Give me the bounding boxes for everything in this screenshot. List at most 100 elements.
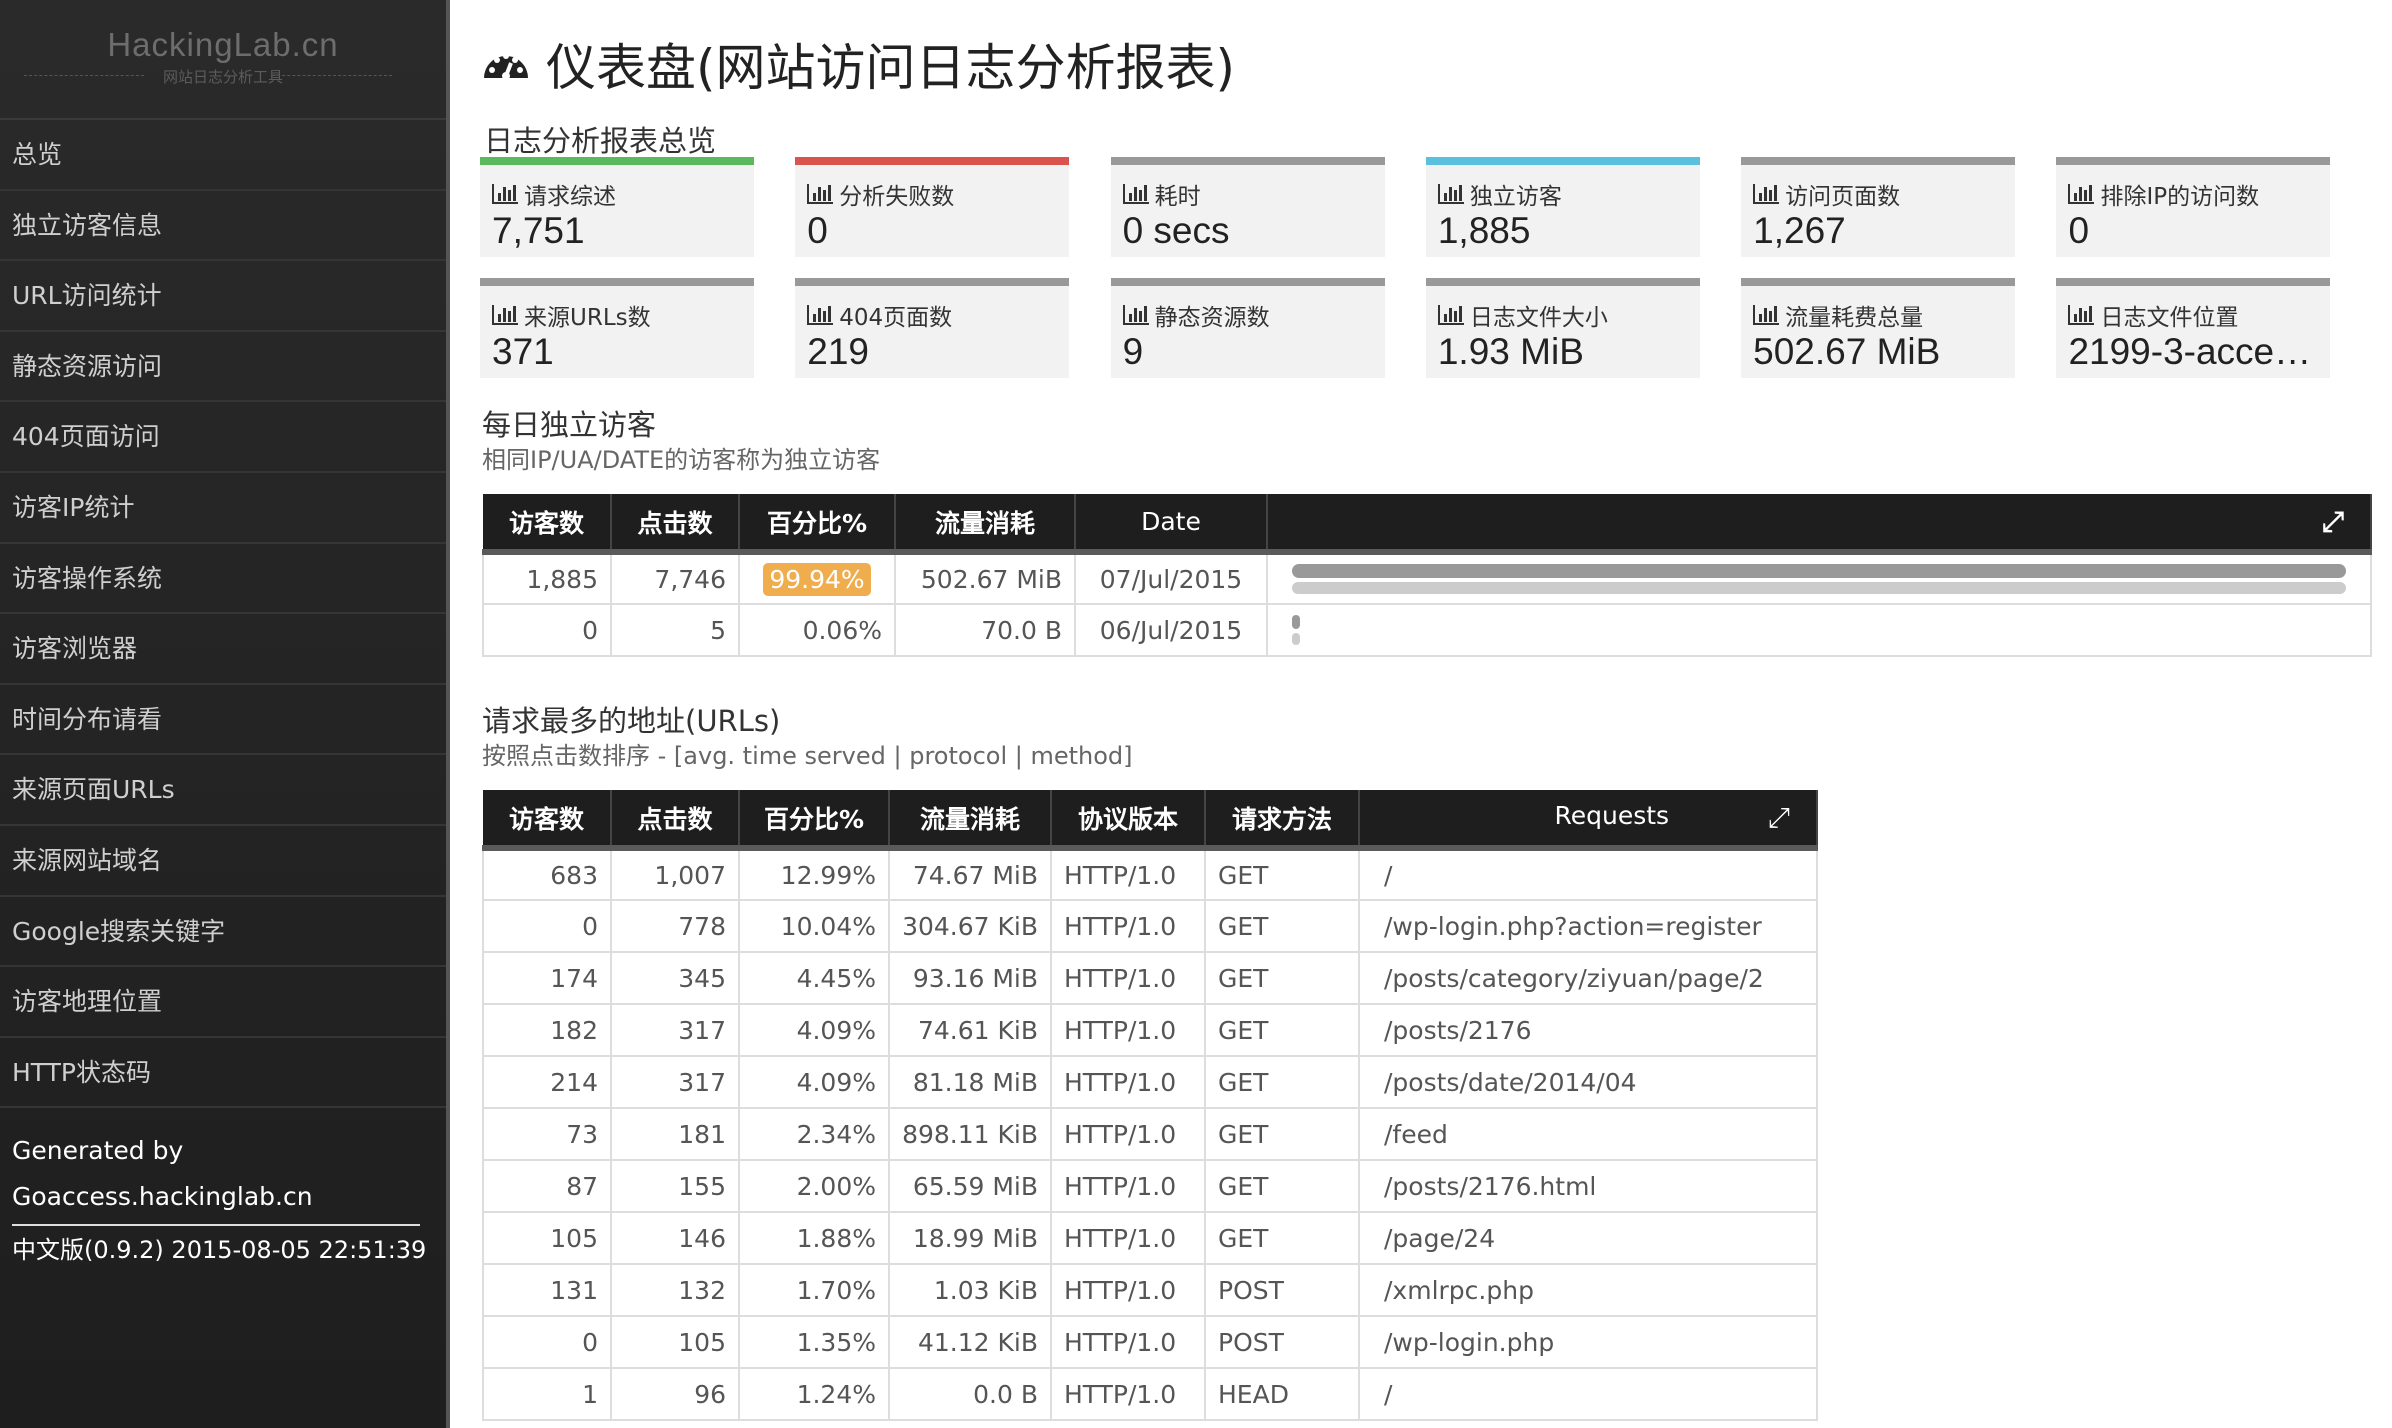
bar-chart-icon (2068, 305, 2095, 325)
sidebar-item[interactable]: 静态资源访问 (0, 332, 446, 403)
col-visitors[interactable]: 访客数 (483, 494, 612, 555)
cell-visitors: 182 (482, 1003, 612, 1057)
cell-url[interactable]: /wp-login.php?action=register (1358, 899, 1818, 953)
cell-hits: 317 (610, 1003, 740, 1057)
cell-url[interactable]: /feed (1358, 1107, 1818, 1161)
sidebar-footer: Generated by Goaccess.hackinglab.cn 中文版(… (0, 1108, 446, 1274)
cell-url[interactable]: /posts/2176.html (1358, 1159, 1818, 1213)
cell-url[interactable]: /posts/date/2014/04 (1358, 1055, 1818, 1109)
col-hits[interactable]: 点击数 (611, 494, 740, 555)
card-label-row: 404页面数 (807, 298, 1057, 332)
cell-bar (1266, 603, 2372, 657)
cell-url[interactable]: /posts/category/ziyuan/page/2 (1358, 951, 1818, 1005)
cell-protocol: HTTP/1.0 (1050, 1055, 1206, 1109)
sidebar-item[interactable]: 访客浏览器 (0, 614, 446, 685)
card-label: 耗时 (1154, 184, 1201, 210)
cell-url[interactable]: /posts/2176 (1358, 1003, 1818, 1057)
table-row[interactable]: 0 105 1.35% 41.12 KiB HTTP/1.0 POST/wp-login.… (482, 1315, 1818, 1369)
sidebar-item[interactable]: 来源页面URLs (0, 755, 446, 826)
sidebar-item[interactable]: 访客地理位置 (0, 967, 446, 1038)
sidebar-item[interactable]: HTTP状态码 (0, 1038, 446, 1109)
cell-url[interactable]: / (1358, 847, 1818, 901)
cell-url[interactable]: /xmlrpc.php (1358, 1263, 1818, 1317)
table-row[interactable]: 1,885 7,746 99.94% 502.67 MiB 07/Jul/2015 (482, 551, 2372, 605)
card-value: 1,885 (1437, 211, 1531, 251)
overview-card: 访问页面数 1,267 (1741, 157, 2016, 257)
cell-bandwidth: 0.0 B (888, 1367, 1052, 1421)
card-label-row: 耗时 (1122, 177, 1373, 211)
cell-protocol: HTTP/1.0 (1050, 847, 1206, 901)
col-bandwidth[interactable]: 流量消耗 (895, 494, 1076, 555)
footer-site-link[interactable]: Goaccess.hackinglab.cn (12, 1174, 420, 1227)
card-label: 来源URLs数 (524, 305, 651, 331)
sidebar-item[interactable]: 404页面访问 (0, 402, 446, 473)
logo[interactable]: HackingLab.cn 网站日志分析工具 (0, 0, 446, 120)
table-row[interactable]: 0 778 10.04% 304.67 KiB HTTP/1.0 GET/wp-login… (482, 899, 1818, 953)
visitors-bar (1292, 582, 2346, 594)
col-requests-label: Requests (1554, 800, 1670, 830)
table-row[interactable]: 174 345 4.45% 93.16 MiB HTTP/1.0 GET/posts/ca… (482, 951, 1818, 1005)
card-label: 分析失败数 (839, 184, 955, 210)
overview-card: 来源URLs数 371 (480, 278, 754, 378)
cell-method: GET (1204, 1003, 1360, 1057)
table-row[interactable]: 214 317 4.09% 81.18 MiB HTTP/1.0 GET/posts/da… (482, 1055, 1818, 1109)
hits-bar (1292, 615, 1301, 629)
table-row[interactable]: 0 5 0.06% 70.0 B 06/Jul/2015 (482, 603, 2372, 657)
table-row[interactable]: 182 317 4.09% 74.61 KiB HTTP/1.0 GET/posts/21… (482, 1003, 1818, 1057)
cell-percent: 12.99% (738, 847, 890, 901)
cell-url[interactable]: /page/24 (1358, 1211, 1818, 1265)
overview-card: 排除IP的访问数 0 (2056, 157, 2331, 257)
expand-icon[interactable]: ⤢ (2322, 505, 2344, 539)
col-visitors[interactable]: 访客数 (483, 790, 612, 851)
overview-title: 日志分析报表总览 (484, 124, 717, 158)
cell-visitors: 214 (482, 1055, 612, 1109)
cell-url[interactable]: / (1358, 1367, 1818, 1421)
card-value: 371 (492, 332, 554, 372)
cell-hits: 317 (610, 1055, 740, 1109)
sidebar-item[interactable]: 访客操作系统 (0, 544, 446, 615)
table-row[interactable]: 105 146 1.88% 18.99 MiB HTTP/1.0 GET/page/24 (482, 1211, 1818, 1265)
card-label: 404页面数 (839, 305, 953, 331)
card-value: 9 (1122, 332, 1144, 372)
card-label: 静态资源数 (1154, 305, 1270, 331)
sidebar-item[interactable]: 独立访客信息 (0, 191, 446, 262)
cell-protocol: HTTP/1.0 (1050, 1315, 1206, 1369)
bar-chart-icon (807, 305, 834, 325)
cell-visitors: 87 (482, 1159, 612, 1213)
col-hits[interactable]: 点击数 (611, 790, 740, 851)
cell-visitors: 105 (482, 1211, 612, 1265)
expand-icon[interactable]: ⤢ (1768, 801, 1790, 835)
col-percent[interactable]: 百分比% (739, 790, 890, 851)
col-bandwidth[interactable]: 流量消耗 (889, 790, 1052, 851)
sidebar-item[interactable]: Google搜索关键字 (0, 897, 446, 968)
bar-chart-icon (1753, 184, 1780, 204)
col-requests[interactable]: Requests ⤢ (1359, 790, 1818, 851)
sidebar-item[interactable]: 访客IP统计 (0, 473, 446, 544)
footer-version: 中文版(0.9.2) 2015-08-05 22:51:39 (12, 1236, 427, 1265)
card-label: 流量耗费总量 (1785, 305, 1924, 331)
table-row[interactable]: 131 132 1.70% 1.03 KiB HTTP/1.0 POST/xmlrpc.p… (482, 1263, 1818, 1317)
col-chart: ⤢ (1267, 494, 2372, 555)
cell-url[interactable]: /wp-login.php (1358, 1315, 1818, 1369)
bar-chart-icon (1437, 184, 1464, 204)
col-method[interactable]: 请求方法 (1205, 790, 1360, 851)
col-date[interactable]: Date (1075, 494, 1268, 555)
sidebar-item[interactable]: 时间分布请看 (0, 685, 446, 756)
sidebar-item[interactable]: URL访问统计 (0, 261, 446, 332)
table-row[interactable]: 1 96 1.24% 0.0 B HTTP/1.0 HEAD / (482, 1367, 1818, 1421)
card-label: 独立访客 (1469, 184, 1562, 210)
card-label-row: 日志文件大小 (1437, 298, 1688, 332)
daily-visitors-table: 访客数 点击数 百分比% 流量消耗 Date ⤢ 1,885 7,746 99.94… (482, 494, 2372, 657)
cell-bandwidth: 70.0 B (894, 603, 1076, 657)
table-row[interactable]: 73 181 2.34% 898.11 KiB HTTP/1.0 GET/feed (482, 1107, 1818, 1161)
col-percent[interactable]: 百分比% (739, 494, 896, 555)
cell-visitors: 174 (482, 951, 612, 1005)
cell-percent: 4.45% (738, 951, 890, 1005)
cell-protocol: HTTP/1.0 (1050, 1107, 1206, 1161)
cell-bandwidth: 93.16 MiB (888, 951, 1052, 1005)
table-row[interactable]: 87 155 2.00% 65.59 MiB HTTP/1.0 GET/posts/217… (482, 1159, 1818, 1213)
table-row[interactable]: 683 1,007 12.99% 74.67 MiB HTTP/1.0 GET / (482, 847, 1818, 901)
col-protocol[interactable]: 协议版本 (1051, 790, 1206, 851)
sidebar-item[interactable]: 总览 (0, 120, 446, 191)
sidebar-item[interactable]: 来源网站域名 (0, 826, 446, 897)
